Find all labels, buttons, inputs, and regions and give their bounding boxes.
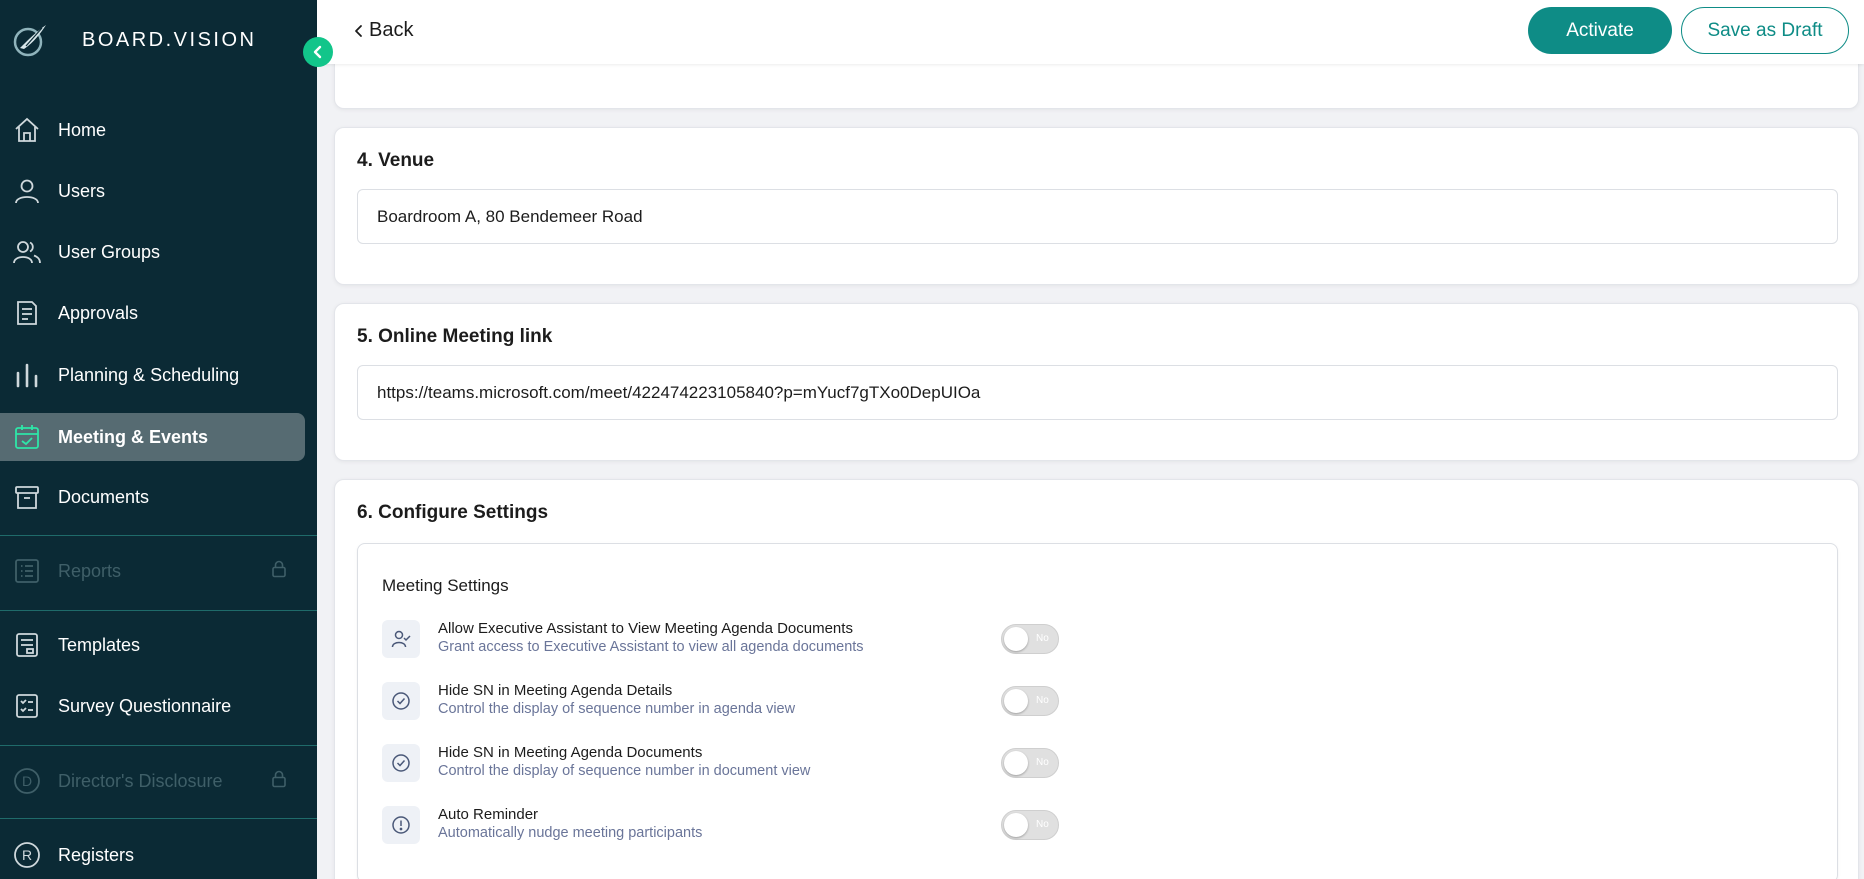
archive-icon [13,483,41,511]
setting-title: Hide SN in Meeting Agenda Details [438,682,673,699]
sidebar-divider [0,535,317,536]
toggle-label: No [1036,757,1049,768]
d-circle-icon: D [13,767,41,795]
setting-row: Allow Executive Assistant to View Meetin… [382,618,1822,662]
sidebar-item-label: Documents [58,486,150,507]
sidebar-item-label: Templates [58,634,141,655]
sidebar-item-registers[interactable]: R Registers [0,831,317,879]
toggle-knob [1004,627,1028,651]
brand-logo-icon [13,25,46,57]
alert-circle-icon [382,806,420,844]
sidebar-item-label: Meeting & Events [58,426,209,447]
toggle-label: No [1036,633,1049,644]
setting-description: Automatically nudge meeting participants [438,825,703,841]
sidebar-item-label: Reports [58,560,122,581]
sidebar-divider [0,610,317,611]
configure-settings-card: 6. Configure Settings Meeting Settings A… [334,479,1859,879]
lock-icon [270,770,288,793]
back-link[interactable]: Back [354,19,413,42]
sidebar-item-label: Home [58,119,107,140]
sidebar-item-meeting-events[interactable]: Meeting & Events [0,413,305,461]
sidebar-item-documents[interactable]: Documents [0,473,317,521]
chevron-left-icon [355,24,362,37]
r-circle-icon: R [13,841,41,869]
sidebar: BOARD.VISION Home Users User Groups Appr… [0,0,317,879]
setting-description: Control the display of sequence number i… [438,763,811,779]
collapse-sidebar-button[interactable] [303,37,333,67]
users-icon [13,238,41,266]
online-link-title: 5. Online Meeting link [357,326,553,347]
setting-description: Grant access to Executive Assistant to v… [438,639,864,655]
list-icon [13,557,41,585]
setting-title: Allow Executive Assistant to View Meetin… [438,620,853,637]
check-circle-icon [382,744,420,782]
sidebar-divider [0,818,317,819]
sidebar-item-label: Users [58,180,106,201]
toggle-label: No [1036,695,1049,706]
sidebar-item-planning-scheduling[interactable]: Planning & Scheduling [0,351,317,399]
toggle-knob [1004,813,1028,837]
activate-button[interactable]: Activate [1528,7,1672,54]
sidebar-item-home[interactable]: Home [0,106,317,154]
setting-row: Hide SN in Meeting Agenda Documents Cont… [382,742,1822,786]
setting-toggle[interactable]: No [1001,810,1059,840]
setting-toggle[interactable]: No [1001,624,1059,654]
user-check-icon [382,620,420,658]
sidebar-item-survey-questionnaire[interactable]: Survey Questionnaire [0,682,317,730]
sidebar-item-label: Registers [58,844,135,865]
meeting-settings-heading: Meeting Settings [382,576,509,595]
setting-toggle[interactable]: No [1001,748,1059,778]
setting-row: Hide SN in Meeting Agenda Details Contro… [382,680,1822,724]
bar-chart-icon [13,361,41,389]
venue-card: 4. Venue Boardroom A, 80 Bendemeer Road [334,127,1859,285]
sidebar-item-directors-disclosure: D Director's Disclosure [0,757,317,805]
brand[interactable]: BOARD.VISION [12,22,256,58]
user-icon [13,177,41,205]
toggle-label: No [1036,819,1049,830]
template-icon [13,631,41,659]
sidebar-item-label: Planning & Scheduling [58,364,240,385]
configure-settings-title: 6. Configure Settings [357,502,549,523]
sidebar-item-label: Survey Questionnaire [58,695,232,716]
online-link-card: 5. Online Meeting link https://teams.mic… [334,303,1859,461]
sidebar-item-label: Director's Disclosure [58,770,223,791]
lock-icon [270,560,288,583]
home-icon [13,116,41,144]
toggle-knob [1004,689,1028,713]
back-label: Back [369,19,414,41]
setting-toggle[interactable]: No [1001,686,1059,716]
setting-description: Control the display of sequence number i… [438,701,796,717]
meeting-settings-panel: Meeting Settings Allow Executive Assista… [357,543,1838,879]
svg-text:R: R [22,847,32,863]
setting-title: Hide SN in Meeting Agenda Documents [438,744,703,761]
sidebar-item-user-groups[interactable]: User Groups [0,228,317,276]
sidebar-item-approvals[interactable]: Approvals [0,289,317,337]
brand-name: BOARD.VISION [82,28,257,51]
chevron-left-icon [313,45,322,59]
online-link-input[interactable]: https://teams.microsoft.com/meet/4224742… [357,365,1838,420]
calendar-check-icon [13,423,41,451]
setting-row: Auto Reminder Automatically nudge meetin… [382,804,1822,848]
top-header: Back Activate Save as Draft [317,0,1864,64]
setting-title: Auto Reminder [438,806,539,823]
sidebar-divider [0,745,317,746]
check-circle-icon [382,682,420,720]
sidebar-item-reports: Reports [0,547,317,595]
sidebar-item-label: User Groups [58,241,161,262]
sidebar-item-label: Approvals [58,302,139,323]
save-as-draft-button[interactable]: Save as Draft [1681,7,1849,54]
sidebar-item-templates[interactable]: Templates [0,621,317,669]
document-icon [13,299,41,327]
sidebar-item-users[interactable]: Users [0,167,317,215]
checklist-icon [13,692,41,720]
svg-text:D: D [22,773,32,789]
venue-title: 4. Venue [357,150,435,171]
toggle-knob [1004,751,1028,775]
venue-input[interactable]: Boardroom A, 80 Bendemeer Road [357,189,1838,244]
